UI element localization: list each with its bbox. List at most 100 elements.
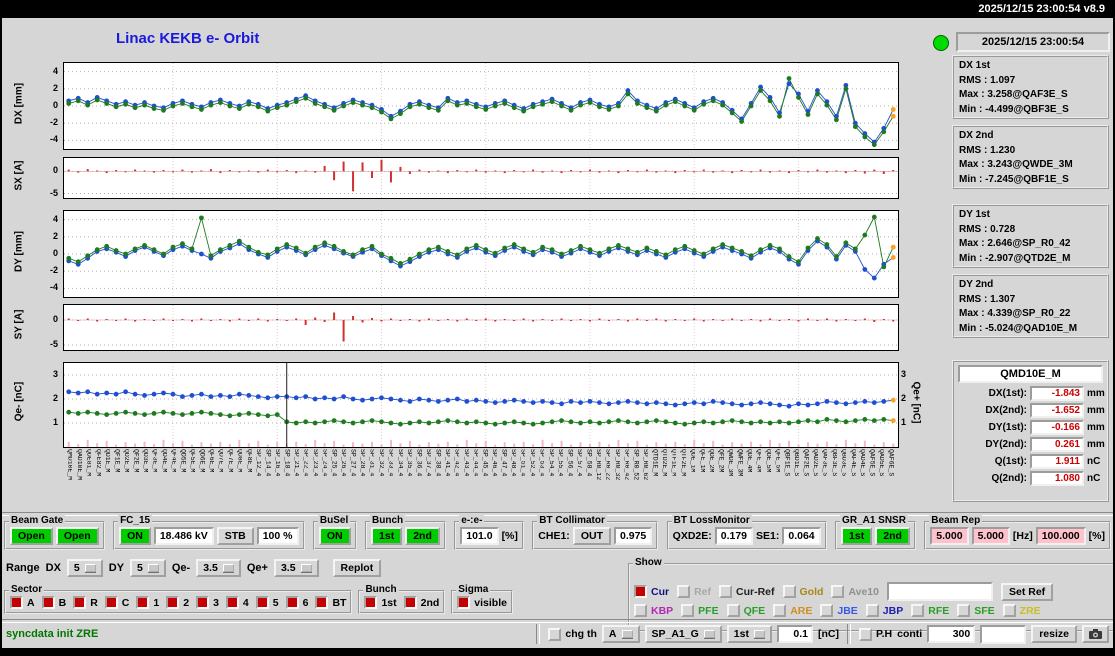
checkbox-label: B xyxy=(58,596,67,609)
group-sigma: Sigma visible xyxy=(451,584,513,614)
checkbox-label: ZRE xyxy=(1019,604,1041,617)
group-fc15: FC_15 ON 18.486 kV STB 100 % xyxy=(113,515,305,550)
checkbox-label: ARE xyxy=(790,604,813,617)
screenshot-button[interactable] xyxy=(1082,625,1109,643)
ph-checkbox[interactable]: P.H xyxy=(858,627,892,641)
bunch-check-2nd[interactable]: 2nd xyxy=(403,596,439,609)
dx-orbit-plot[interactable] xyxy=(63,62,899,150)
group-sector: Sector A B R C 1 2 3 4 5 6 BT xyxy=(4,584,353,614)
group-label: Beam Gate xyxy=(9,515,66,526)
show-check-jbe[interactable]: JBE xyxy=(820,604,858,617)
sector-select-menu[interactable]: A xyxy=(601,625,640,643)
busel-on-button[interactable]: ON xyxy=(318,527,351,545)
replot-button[interactable]: Replot xyxy=(332,559,382,577)
sx-axis-label: SX [A] xyxy=(13,160,25,191)
bunch-check-1st[interactable]: 1st xyxy=(364,596,397,609)
dy-axis-label: DY [mm] xyxy=(13,231,25,272)
sector-check-b[interactable]: B xyxy=(41,596,67,609)
beam-gate-open-button-2[interactable]: Open xyxy=(55,527,99,545)
sector-check-2[interactable]: 2 xyxy=(166,596,189,609)
show-check-gold[interactable]: Gold xyxy=(782,585,823,598)
show-check-rfe[interactable]: RFE xyxy=(911,604,949,617)
monitor-row: DY(2nd): 0.261 mm xyxy=(985,437,1105,452)
sector-check-bt[interactable]: BT xyxy=(315,596,346,609)
range-qe-minus-menu[interactable]: 3.5 xyxy=(196,559,241,577)
show-check-zre[interactable]: ZRE xyxy=(1002,604,1041,617)
beam-gate-open-button-1[interactable]: Open xyxy=(10,527,53,545)
blank-entry[interactable] xyxy=(980,624,1027,644)
bunch-select-menu[interactable]: 1st xyxy=(726,625,772,643)
bunch-checkboxes: 1st 2nd xyxy=(364,596,439,609)
ee-ratio-readout: 101.0 xyxy=(460,527,499,545)
che1-out-button[interactable]: OUT xyxy=(572,527,611,545)
charge-plot[interactable] xyxy=(63,362,899,448)
gr-snsr-1st-button[interactable]: 1st xyxy=(841,527,873,545)
separator xyxy=(536,624,541,644)
show-check-cur[interactable]: Cur xyxy=(634,585,669,598)
show-check-pfe[interactable]: PFE xyxy=(681,604,719,617)
monitor-row: DY(1st): -0.166 mm xyxy=(988,420,1105,435)
device-select-menu[interactable]: SP_A1_G xyxy=(644,625,722,643)
dy-axis-ticks: 4 2 0 -2 -4 xyxy=(49,213,58,293)
show-check-sfe[interactable]: SFE xyxy=(957,604,995,617)
gr-snsr-2nd-button[interactable]: 2nd xyxy=(875,527,910,545)
sector-check-a[interactable]: A xyxy=(10,596,35,609)
show-check-cur-ref[interactable]: Cur-Ref xyxy=(719,585,775,598)
show-check-are[interactable]: ARE xyxy=(773,604,812,617)
stats-panel-dy-2nd: DY 2nd RMS : 1.307 Max : 4.339@SP_R0_22 … xyxy=(952,274,1109,338)
group-beam-gate: Beam Gate Open Open xyxy=(4,515,105,550)
chg-th-checkbox[interactable]: chg th xyxy=(548,627,597,641)
sy-steering-plot[interactable] xyxy=(63,304,899,351)
sector-check-6[interactable]: 6 xyxy=(285,596,308,609)
threshold-entry[interactable]: 0.1 xyxy=(776,625,813,643)
sx-steering-plot[interactable] xyxy=(63,157,899,199)
qxd2e-label: QXD2E: xyxy=(672,530,712,542)
stats-panel-dx-1st: DX 1st RMS : 1.097 Max : 3.258@QAF3E_S M… xyxy=(952,55,1109,119)
checkbox-indicator xyxy=(548,627,562,641)
fc15-percent-readout: 100 % xyxy=(256,527,299,545)
sector-check-1[interactable]: 1 xyxy=(136,596,159,609)
bunch-2nd-button[interactable]: 2nd xyxy=(405,527,440,545)
checkbox-indicator xyxy=(681,604,695,617)
checkbox-label: 1st xyxy=(381,596,397,609)
monitor-row: DX(1st): -1.843 mm xyxy=(988,386,1105,401)
show-check-ref[interactable]: Ref xyxy=(677,585,711,598)
sector-check-r[interactable]: R xyxy=(73,596,98,609)
show-check-ave10[interactable]: Ave10 xyxy=(831,585,879,598)
show-check-kbp[interactable]: KBP xyxy=(634,604,673,617)
fc15-stb-button[interactable]: STB xyxy=(216,527,254,545)
set-ref-entry[interactable] xyxy=(887,582,993,601)
fc15-on-button[interactable]: ON xyxy=(119,527,151,545)
range-dy-label: DY xyxy=(108,562,125,574)
stats-max: Max : 3.243@QWDE_3M xyxy=(959,159,1073,170)
bunch-1st-button[interactable]: 1st xyxy=(371,527,403,545)
sector-check-4[interactable]: 4 xyxy=(225,596,249,609)
stats-max: Max : 4.339@SP_R0_22 xyxy=(959,308,1071,319)
range-qe-plus-menu[interactable]: 3.5 xyxy=(273,559,319,577)
range-dy-menu[interactable]: 5 xyxy=(130,559,166,577)
sigma-check-visible[interactable]: visible xyxy=(457,596,507,609)
sector-check-c[interactable]: C xyxy=(104,596,129,609)
show-check-jbp[interactable]: JBP xyxy=(865,604,903,617)
group-label: BT LossMonitor xyxy=(671,515,752,526)
sector-check-5[interactable]: 5 xyxy=(255,596,279,609)
checkbox-indicator xyxy=(782,585,796,598)
monitor-rows: DX(1st): -1.843 mm DX(2nd): -1.652 mm DY(1st):… xyxy=(958,386,1105,486)
dy-orbit-plot[interactable] xyxy=(63,210,899,298)
sy-axis-ticks: 0 -5 xyxy=(49,314,58,349)
status-bar: syncdata init ZRE chg th A SP_A1_G 1st 0… xyxy=(6,622,1109,646)
show-check-qfe[interactable]: QFE xyxy=(726,604,765,617)
checkbox-indicator xyxy=(364,596,378,609)
checkbox-indicator xyxy=(773,604,787,617)
count-entry[interactable]: 300 xyxy=(927,625,976,643)
status-message: syncdata init ZRE xyxy=(6,628,99,640)
set-ref-button[interactable]: Set Ref xyxy=(1001,582,1054,601)
stats-rms: RMS : 1.230 xyxy=(959,144,1016,156)
monitor-name: QMD10E_M xyxy=(958,365,1103,383)
beam-rep-hz-unit: [Hz] xyxy=(1012,530,1033,542)
sector-check-3[interactable]: 3 xyxy=(196,596,219,609)
fc15-voltage-readout: 18.486 kV xyxy=(153,527,214,545)
resize-button[interactable]: resize xyxy=(1031,625,1077,643)
range-dx-menu[interactable]: 5 xyxy=(66,559,103,577)
checkbox-label: 2 xyxy=(183,596,190,609)
